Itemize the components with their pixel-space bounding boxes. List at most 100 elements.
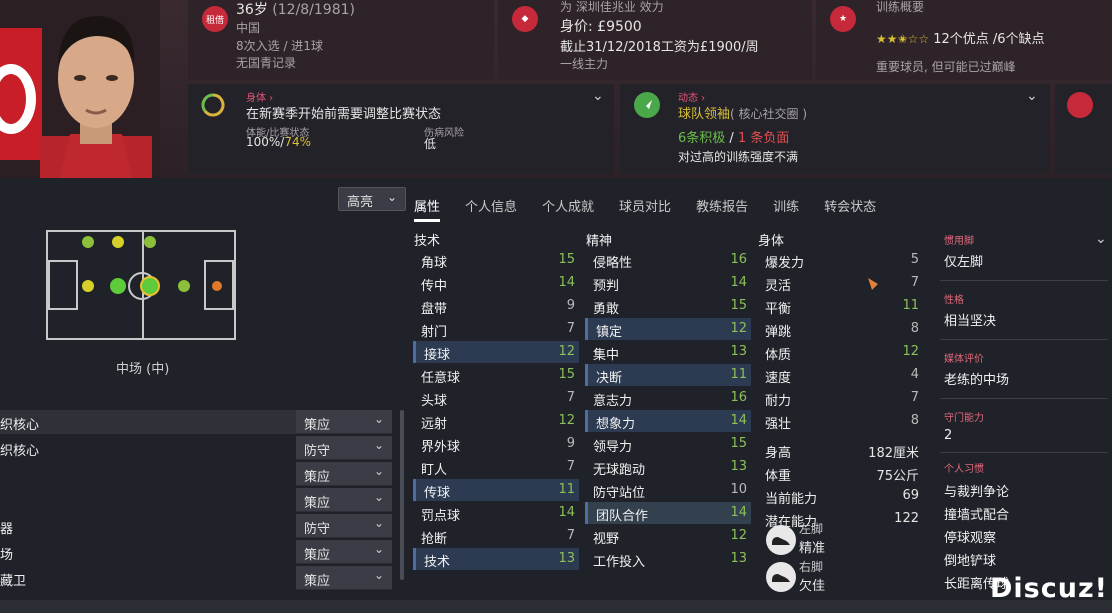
tab-coach-report[interactable]: 教练报告 [696, 196, 748, 222]
attribute-row[interactable]: 视野 12 [585, 525, 751, 547]
attribute-name: 头球 [421, 394, 448, 409]
dynamics-card[interactable]: 动态 › 球队领袖( 核心社交圈 ) 6条积极 / 1 条负面 对过高的训练强度… [620, 84, 1050, 174]
duty-select[interactable]: 策应 ⌄ [296, 566, 392, 590]
role-list-scrollbar[interactable] [400, 410, 404, 580]
attribute-row[interactable]: 速度 4 [757, 364, 923, 386]
tab-attributes[interactable]: 属性 [414, 196, 441, 222]
position-dot [212, 281, 222, 291]
right-foot-value: 欠佳 [799, 579, 826, 594]
attribute-row[interactable]: 决断 11 [585, 364, 751, 386]
attribute-row[interactable]: 传球 11 [413, 479, 579, 501]
attribute-value: 7 [566, 528, 575, 543]
training-title: 训练概要 [876, 0, 925, 14]
extra-card[interactable] [1055, 84, 1112, 174]
attribute-row[interactable]: 领导力 15 [585, 433, 751, 455]
attribute-row[interactable]: 平衡 11 [757, 295, 923, 317]
attribute-row[interactable]: 体质 12 [757, 341, 923, 363]
attribute-row[interactable]: 强壮 8 [757, 410, 923, 432]
attribute-row[interactable]: 意志力 16 [585, 387, 751, 409]
chevron-down-icon[interactable]: ⌄ [1095, 231, 1107, 247]
personality-label: 性格 [944, 295, 964, 306]
attribute-name: 决断 [596, 371, 623, 386]
attribute-name: 任意球 [421, 371, 461, 386]
role-row[interactable]: 织核心 防守 ⌄ [0, 436, 392, 460]
role-row[interactable]: 织核心 策应 ⌄ [0, 410, 392, 434]
attribute-name: 镇定 [596, 325, 623, 340]
attribute-row[interactable]: 爆发力 5 [757, 249, 923, 271]
attribute-row[interactable]: 想象力 14 [585, 410, 751, 432]
highlight-dropdown[interactable]: 高亮 ⌄ [338, 187, 406, 211]
attribute-row[interactable]: 任意球 15 [413, 364, 579, 386]
attribute-name: 视野 [593, 532, 620, 547]
role-row[interactable]: 器 防守 ⌄ [0, 514, 392, 538]
attribute-row[interactable]: 远射 12 [413, 410, 579, 432]
duty-select[interactable]: 防守 ⌄ [296, 514, 392, 538]
attribute-row[interactable]: 角球 15 [413, 249, 579, 271]
dynamics-counts: 6条积极 / 1 条负面 [678, 127, 789, 146]
attribute-row[interactable]: 工作投入 13 [585, 548, 751, 570]
attribute-row[interactable]: 无球跑动 13 [585, 456, 751, 478]
attribute-row[interactable]: 耐力 7 [757, 387, 923, 409]
attribute-value: 12 [730, 321, 747, 336]
divider [940, 452, 1108, 453]
tab-training[interactable]: 训练 [773, 196, 799, 222]
duty-select[interactable]: 策应 ⌄ [296, 462, 392, 486]
youth-caps: 无国青记录 [236, 56, 297, 70]
attribute-row[interactable]: 集中 13 [585, 341, 751, 363]
duty-label: 防守 [304, 444, 331, 459]
attribute-row[interactable]: 技术 13 [413, 548, 579, 570]
duty-label: 策应 [304, 496, 331, 511]
tab-transfer-status[interactable]: 转会状态 [824, 196, 876, 222]
chevron-down-icon: ⌄ [373, 516, 384, 530]
attribute-row[interactable]: 射门 7 [413, 318, 579, 340]
fitness-value: 100%/74% [246, 135, 311, 149]
right-foot-label: 右脚 [799, 560, 824, 574]
physical-status-card[interactable]: 身体 › 在新赛季开始前需要调整比赛状态 体能/比赛状态 100%/74% 伤病… [188, 84, 614, 174]
player-bio-panel: 租借 36岁 (12/8/1981) 中国 8次入选 / 进1球 无国青记录 [188, 0, 494, 80]
duty-select[interactable]: 防守 ⌄ [296, 436, 392, 460]
attribute-value: 14 [730, 505, 747, 520]
attribute-row[interactable]: 镇定 12 [585, 318, 751, 340]
loan-badge-text: 租借 [205, 15, 224, 26]
role-name: 藏卫 [0, 574, 27, 589]
divider [940, 398, 1108, 399]
tab-compare[interactable]: 球员对比 [619, 196, 671, 222]
dynamics-title: 球队领袖( 核心社交圈 ) [678, 103, 807, 122]
attribute-row[interactable]: 界外球 9 [413, 433, 579, 455]
value-amount: £9500 [597, 19, 642, 35]
attribute-name: 抢断 [421, 532, 448, 547]
attribute-row[interactable]: 弹跳 8 [757, 318, 923, 340]
attribute-row[interactable]: 灵活 7 [757, 272, 923, 294]
attribute-row[interactable]: 传中 14 [413, 272, 579, 294]
attribute-row[interactable]: 盘带 9 [413, 295, 579, 317]
attribute-row[interactable]: 头球 7 [413, 387, 579, 409]
habit-item: 倒地铲球 [944, 554, 997, 569]
attribute-row[interactable]: 侵略性 16 [585, 249, 751, 271]
role-row[interactable]: 藏卫 策应 ⌄ [0, 566, 392, 590]
tab-achievements[interactable]: 个人成就 [542, 196, 594, 222]
role-row[interactable]: 场 策应 ⌄ [0, 540, 392, 564]
attribute-row[interactable]: 防守站位 10 [585, 479, 751, 501]
chevron-down-icon[interactable]: ⌄ [592, 88, 604, 104]
attribute-value: 11 [902, 298, 919, 313]
role-row[interactable]: 策应 ⌄ [0, 488, 392, 512]
attribute-row[interactable]: 团队合作 14 [585, 502, 751, 524]
attribute-row[interactable]: 预判 14 [585, 272, 751, 294]
duty-select[interactable]: 策应 ⌄ [296, 488, 392, 512]
positive-count: 6条积极 [678, 131, 726, 146]
attribute-row[interactable]: 罚点球 14 [413, 502, 579, 524]
duty-select[interactable]: 策应 ⌄ [296, 410, 392, 434]
duty-select[interactable]: 策应 ⌄ [296, 540, 392, 564]
duty-label: 策应 [304, 548, 331, 563]
body-title: 在新赛季开始前需要调整比赛状态 [246, 107, 442, 122]
chevron-down-icon[interactable]: ⌄ [1026, 88, 1038, 104]
media-label: 媒体评价 [944, 354, 984, 365]
role-row[interactable]: 策应 ⌄ [0, 462, 392, 486]
attribute-row[interactable]: 接球 12 [413, 341, 579, 363]
age-text: 36岁 [236, 2, 268, 18]
attribute-row[interactable]: 抢断 7 [413, 525, 579, 547]
attribute-row[interactable]: 勇敢 15 [585, 295, 751, 317]
tab-personal-info[interactable]: 个人信息 [465, 196, 517, 222]
watermark-logo: Discuz! [990, 573, 1108, 604]
attribute-row[interactable]: 盯人 7 [413, 456, 579, 478]
